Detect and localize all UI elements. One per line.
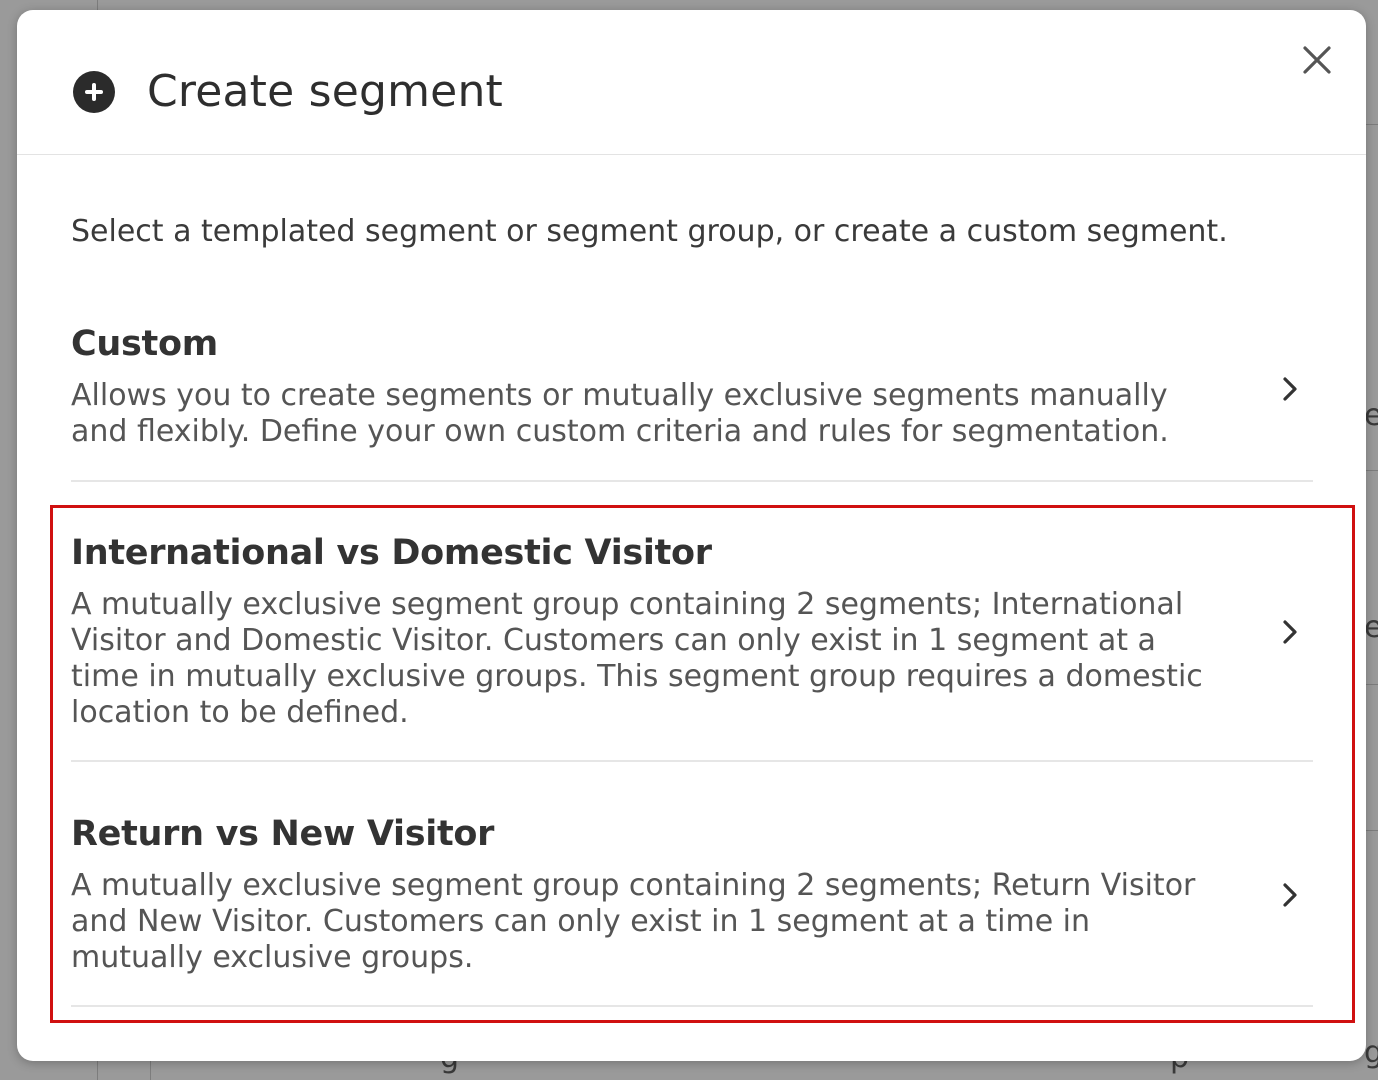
option-description: Allows you to create segments or mutuall…: [71, 378, 1169, 449]
modal-title: Create segment: [147, 66, 503, 117]
option-international-vs-domestic[interactable]: International vs Domestic Visitor A mutu…: [71, 531, 1313, 762]
option-title: Custom: [71, 324, 218, 364]
plus-circle-icon: [73, 71, 115, 113]
modal-intro-text: Select a templated segment or segment gr…: [71, 214, 1228, 249]
create-segment-modal: Create segment Select a templated segmen…: [17, 10, 1366, 1061]
chevron-right-icon[interactable]: [1279, 374, 1301, 404]
background-divider: [1366, 470, 1378, 471]
option-title: Return vs New Visitor: [71, 814, 495, 854]
close-button[interactable]: [1297, 40, 1337, 80]
background-divider: [1366, 830, 1378, 831]
close-icon: [1303, 46, 1331, 74]
chevron-right-icon[interactable]: [1279, 880, 1301, 910]
chevron-right-icon[interactable]: [1279, 617, 1301, 647]
option-return-vs-new[interactable]: Return vs New Visitor A mutually exclusi…: [71, 812, 1313, 1007]
background-text-fragment: g: [1364, 1035, 1378, 1070]
background-text-fragment: e: [1364, 610, 1378, 645]
background-divider: [1366, 684, 1378, 685]
option-custom[interactable]: Custom Allows you to create segments or …: [71, 322, 1313, 482]
option-description: A mutually exclusive segment group conta…: [71, 868, 1196, 975]
background-text-fragment: e: [1364, 398, 1378, 433]
background-divider: [1366, 124, 1378, 125]
option-description: A mutually exclusive segment group conta…: [71, 587, 1203, 730]
modal-header: Create segment: [17, 10, 1366, 155]
option-title: International vs Domestic Visitor: [71, 533, 712, 573]
